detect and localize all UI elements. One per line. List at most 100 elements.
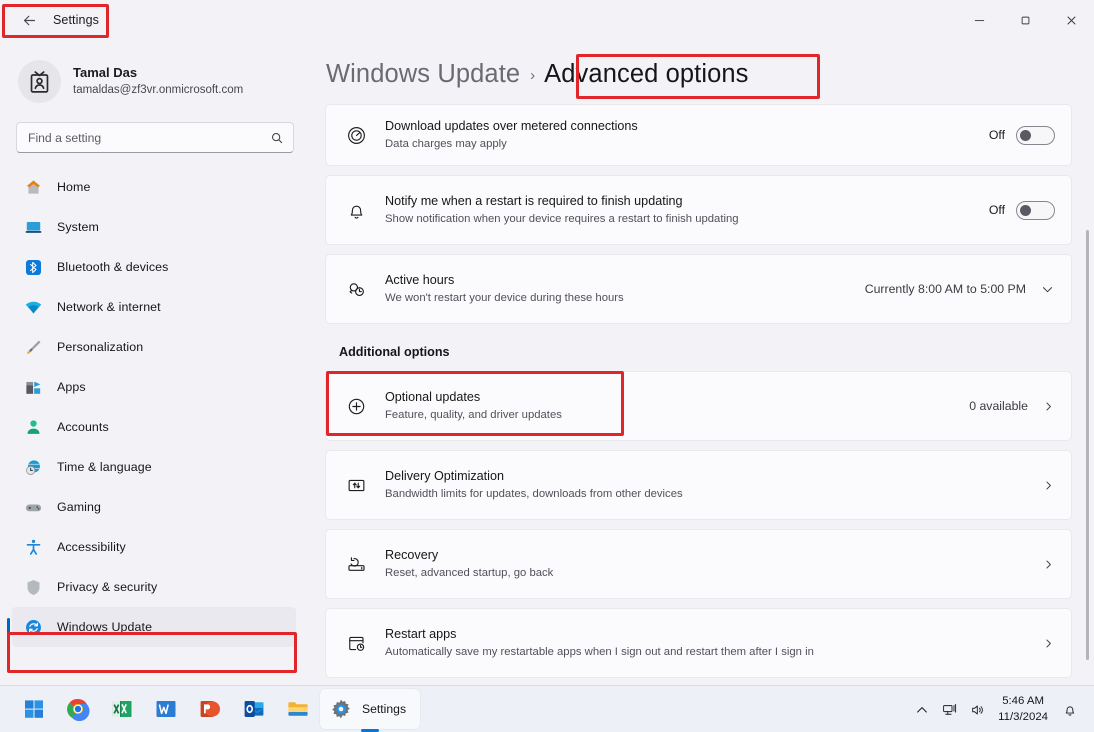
sidebar-item-label: Personalization (57, 340, 144, 354)
taskbar-file-explorer-button[interactable] (276, 689, 320, 729)
sidebar-item-home[interactable]: Home (12, 167, 296, 207)
recovery-icon (341, 554, 371, 575)
network-tray-icon (943, 703, 957, 715)
chevron-right-icon[interactable] (1042, 558, 1055, 571)
card-title: Delivery Optimization (385, 468, 504, 483)
close-button[interactable] (1048, 0, 1094, 40)
sidebar-item-network[interactable]: Network & internet (12, 287, 296, 327)
sidebar-item-personalization[interactable]: Personalization (12, 327, 296, 367)
card-title: Notify me when a restart is required to … (385, 193, 683, 208)
gauge-icon (341, 125, 371, 146)
sidebar-item-system[interactable]: System (12, 207, 296, 247)
taskbar-settings-button[interactable]: Settings (320, 689, 421, 729)
setting-card-recovery[interactable]: Recovery Reset, advanced startup, go bac… (325, 529, 1072, 599)
chrome-icon (67, 698, 90, 721)
clock-arrow-icon (341, 279, 371, 300)
chevron-right-icon[interactable] (1042, 400, 1055, 413)
notify-restart-toggle[interactable] (1016, 200, 1055, 220)
delivery-optimization-icon (341, 475, 371, 496)
taskbar-start-button[interactable] (12, 689, 56, 729)
chevron-up-icon (917, 706, 928, 713)
tray-date: 11/3/2024 (998, 710, 1048, 723)
setting-card-notify-restart[interactable]: Notify me when a restart is required to … (325, 175, 1072, 245)
window-controls (956, 0, 1094, 40)
clock-globe-icon (24, 458, 43, 477)
search-icon (270, 131, 284, 145)
sidebar-item-accounts[interactable]: Accounts (12, 407, 296, 447)
metered-connections-toggle[interactable] (1016, 125, 1055, 145)
sidebar-item-privacy-security[interactable]: Privacy & security (12, 567, 296, 607)
tray-overflow-button[interactable] (908, 693, 936, 727)
vertical-scrollbar[interactable] (1086, 230, 1089, 660)
section-heading-additional-options: Additional options (339, 345, 450, 359)
titlebar: Settings (0, 0, 1094, 40)
card-subtitle: Reset, advanced startup, go back (385, 567, 554, 580)
search-input[interactable] (28, 130, 270, 145)
search-box[interactable] (16, 122, 294, 153)
card-subtitle: Data charges may apply (385, 138, 507, 151)
settings-card-list: Download updates over metered connection… (312, 104, 1094, 685)
taskbar-word-button[interactable] (144, 689, 188, 729)
restart-apps-icon (341, 633, 371, 654)
breadcrumb: Windows Update › Advanced options (312, 40, 1094, 89)
tray-clock[interactable]: 5:46 AM 11/3/2024 (998, 694, 1048, 725)
accessibility-icon (24, 538, 43, 557)
sidebar-item-label: Windows Update (57, 620, 153, 634)
chevron-right-icon[interactable] (1042, 479, 1055, 492)
breadcrumb-current: Advanced options (544, 60, 749, 88)
card-subtitle: Automatically save my restartable apps w… (385, 646, 814, 659)
card-subtitle: Bandwidth limits for updates, downloads … (385, 488, 683, 501)
taskbar-powerpoint-button[interactable] (188, 689, 232, 729)
card-title: Recovery (385, 547, 439, 562)
sidebar-item-label: Accounts (57, 420, 109, 434)
setting-card-metered-connections[interactable]: Download updates over metered connection… (325, 104, 1072, 166)
sidebar-item-time-language[interactable]: Time & language (12, 447, 296, 487)
setting-card-active-hours[interactable]: Active hours We won't restart your devic… (325, 254, 1072, 324)
card-title: Restart apps (385, 626, 457, 641)
back-button[interactable] (12, 5, 46, 35)
minimize-icon (974, 19, 984, 21)
setting-card-delivery-optimization[interactable]: Delivery Optimization Bandwidth limits f… (325, 450, 1072, 520)
avatar (18, 60, 61, 103)
toggle-knob (1020, 129, 1031, 141)
notification-bell-icon (1065, 705, 1075, 716)
tray-notifications-button[interactable] (1056, 693, 1084, 727)
chevron-down-icon[interactable] (1040, 282, 1055, 297)
bluetooth-icon (24, 258, 43, 277)
taskbar-chrome-button[interactable] (56, 689, 100, 729)
sidebar: Tamal Das tamaldas@zf3vr.onmicrosoft.com… (0, 40, 312, 685)
shield-icon (24, 578, 43, 597)
sidebar-item-windows-update[interactable]: Windows Update (7, 607, 296, 647)
toggle-state-label: Off (988, 128, 1005, 142)
taskbar-excel-button[interactable] (100, 689, 144, 729)
card-title: Active hours (385, 272, 455, 287)
settings-gear-icon (332, 699, 350, 719)
sidebar-item-apps[interactable]: Apps (12, 367, 296, 407)
settings-window: Settings Tamal Das tamaldas@zf3vr.onmicr… (0, 0, 1094, 732)
sidebar-item-label: Accessibility (57, 540, 126, 554)
tray-time: 5:46 AM (1002, 695, 1044, 708)
setting-card-restart-apps[interactable]: Restart apps Automatically save my resta… (325, 608, 1072, 678)
network-icon (24, 298, 43, 317)
apps-icon (24, 378, 43, 397)
minimize-button[interactable] (956, 0, 1002, 40)
maximize-button[interactable] (1002, 0, 1048, 40)
sidebar-item-gaming[interactable]: Gaming (12, 487, 296, 527)
tray-volume-button[interactable] (964, 693, 992, 727)
tray-network-button[interactable] (936, 693, 964, 727)
taskbar-outlook-button[interactable] (232, 689, 276, 729)
plus-circle-icon (341, 396, 371, 417)
taskbar-items: Settings (12, 689, 421, 729)
taskbar: Settings 5:46 AM 11/3/2024 (0, 685, 1094, 732)
breadcrumb-separator-icon: › (530, 67, 536, 84)
breadcrumb-parent[interactable]: Windows Update (326, 60, 520, 89)
update-icon (24, 618, 43, 637)
account-block[interactable]: Tamal Das tamaldas@zf3vr.onmicrosoft.com (0, 40, 312, 103)
setting-card-optional-updates[interactable]: Optional updates Feature, quality, and d… (325, 371, 1072, 441)
sidebar-item-bluetooth[interactable]: Bluetooth & devices (12, 247, 296, 287)
account-name: Tamal Das (73, 65, 138, 81)
word-icon (156, 701, 176, 717)
sidebar-item-accessibility[interactable]: Accessibility (12, 527, 296, 567)
chevron-right-icon[interactable] (1042, 637, 1055, 650)
main-content: Windows Update › Advanced options Downlo… (312, 40, 1094, 685)
